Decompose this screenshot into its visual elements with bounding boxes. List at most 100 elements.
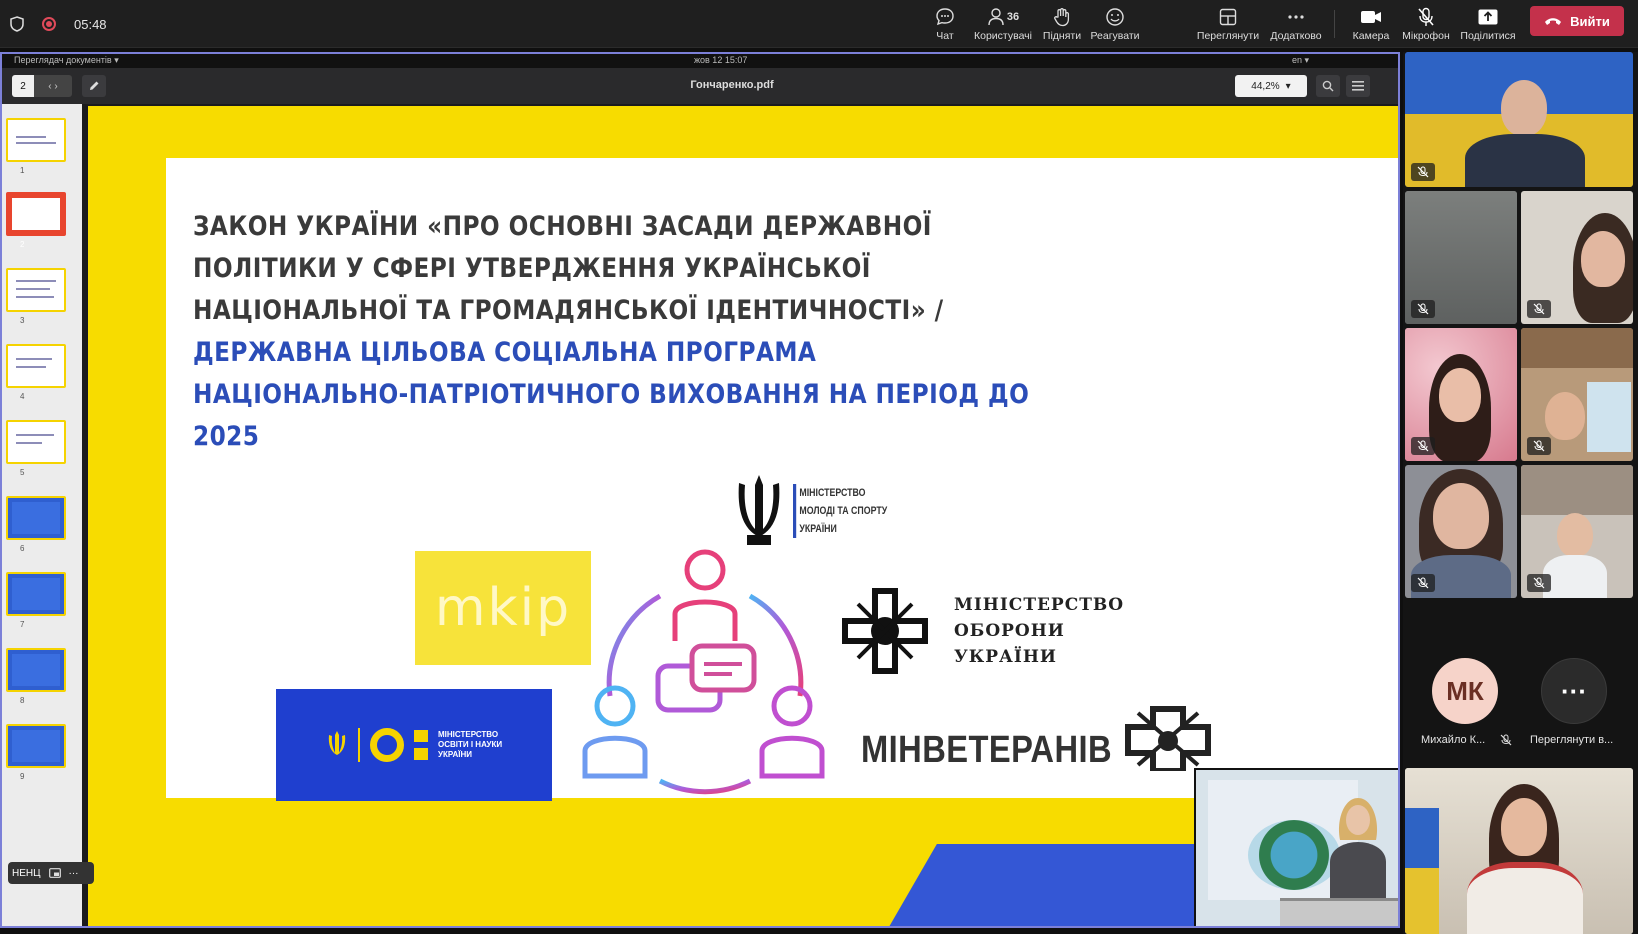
chat-label: Чат <box>936 29 954 42</box>
participant-video-tile[interactable] <box>1405 328 1517 461</box>
toolbar-divider <box>1334 10 1335 38</box>
participant-video-tile[interactable] <box>1521 328 1633 461</box>
participant-video-tile[interactable] <box>1405 191 1517 324</box>
meeting-status: 05:48 <box>10 8 107 40</box>
participant-face <box>1557 513 1593 557</box>
muted-mic-badge <box>1411 437 1435 455</box>
view-button[interactable]: Переглянути <box>1197 0 1259 48</box>
pop-out-icon[interactable] <box>48 868 61 878</box>
slide-title-law: ЗАКОН УКРАЇНИ «ПРО ОСНОВНІ ЗАСАДИ ДЕРЖАВ… <box>193 211 944 326</box>
more-label: Додатково <box>1270 29 1322 42</box>
thumbnail-page[interactable] <box>6 648 66 692</box>
page-arrows: ‹ › <box>48 80 58 92</box>
thumbnail-number: 8 <box>20 696 25 705</box>
thumbnail-page[interactable] <box>6 572 66 616</box>
participant-video-tile[interactable] <box>1405 465 1517 598</box>
leave-button[interactable]: Вийти <box>1530 6 1624 36</box>
stage-name: НЕНЦ <box>12 867 41 879</box>
page-selector[interactable]: 2 ‹ › <box>12 75 72 97</box>
thumbnail-page[interactable] <box>6 268 66 312</box>
smiley-icon <box>1105 7 1125 27</box>
zoom-value: 44,2% <box>1251 80 1280 92</box>
thumbnail-number: 7 <box>20 620 25 629</box>
chat-button[interactable]: Чат <box>930 0 960 48</box>
shared-screen: Переглядач документів ▾ жов 12 15:07 en … <box>0 52 1400 928</box>
participant-face <box>1433 483 1489 549</box>
remote-system-bar: Переглядач документів ▾ жов 12 15:07 en … <box>2 54 1398 68</box>
annotate-button[interactable] <box>82 75 106 97</box>
mon-divider <box>358 728 360 762</box>
layout-icon <box>1218 7 1238 27</box>
thumbnail-page[interactable] <box>6 420 66 464</box>
zoom-select[interactable]: 44,2% ▾ <box>1235 75 1307 97</box>
camera-label: Камера <box>1352 29 1390 42</box>
participant-video-tile[interactable] <box>1405 52 1633 187</box>
thumbnail-number: 2 <box>20 240 25 249</box>
def-line1: МІНІСТЕРСТВО <box>954 595 1125 615</box>
raise-hand-button[interactable]: Підняти <box>1042 0 1082 48</box>
people-label: Користувачі <box>974 29 1032 42</box>
camera-icon <box>1360 7 1382 27</box>
participant-gallery: МК Михайло К... ··· Переглянути в... <box>1403 52 1638 934</box>
sport-line1: МІНІСТЕРСТВО <box>799 487 866 499</box>
ministry-education-name: МІНІСТЕРСТВО ОСВІТИ І НАУКИ УКРАЇНИ <box>438 730 503 759</box>
viewer-menu-button[interactable] <box>1346 75 1370 97</box>
trident-icon <box>738 475 780 545</box>
thumbnail-number: 5 <box>20 468 25 477</box>
ministry-education-logo: МІНІСТЕРСТВО ОСВІТИ І НАУКИ УКРАЇНИ <box>276 689 552 801</box>
phone-hangup-icon <box>1545 18 1562 25</box>
mic-off-icon <box>1417 577 1429 589</box>
thumbnail-page[interactable] <box>6 724 66 768</box>
pen-icon <box>90 81 99 90</box>
participant-body <box>1543 555 1607 598</box>
flag-yellow <box>1405 868 1439 934</box>
people-icon-wrap: 36 <box>987 7 1019 27</box>
participant-face <box>1501 798 1547 856</box>
podium <box>1280 898 1398 926</box>
thumbnail-page[interactable] <box>6 344 66 388</box>
microphone-button[interactable]: Мікрофон <box>1400 0 1452 48</box>
poster <box>1587 382 1631 452</box>
thumbnail-number: 3 <box>20 316 25 325</box>
stage-more-icon[interactable]: ··· <box>69 868 79 879</box>
mic-off-icon <box>1417 7 1435 27</box>
viewer-app-name: Переглядач документів ▾ <box>14 55 119 65</box>
react-label: Реагувати <box>1090 29 1140 42</box>
thumbnail-number: 6 <box>20 544 25 553</box>
view-all-participants-button[interactable]: ··· <box>1541 658 1607 724</box>
participant-embroidered-shirt <box>1467 862 1583 934</box>
participant-video-tile[interactable] <box>1521 465 1633 598</box>
thumbnail-page-selected[interactable] <box>6 192 66 236</box>
share-label: Поділитися <box>1460 29 1516 42</box>
thumbnail-page[interactable] <box>6 118 66 162</box>
camera-button[interactable]: Камера <box>1350 0 1392 48</box>
defense-cross-icon <box>842 588 928 674</box>
mic-off-icon <box>1417 166 1429 178</box>
page-thumbnails: 1 2 3 4 5 6 7 8 9 <box>2 104 82 926</box>
document-filename: Гончаренко.pdf <box>690 79 774 91</box>
people-network-illustration <box>582 549 825 795</box>
remote-clock: жов 12 15:07 <box>694 55 748 65</box>
muted-mic-badge <box>1527 437 1551 455</box>
react-button[interactable]: Реагувати <box>1090 0 1140 48</box>
leave-label: Вийти <box>1570 13 1610 29</box>
viewer-search-button[interactable] <box>1316 75 1340 97</box>
chevron-down-icon: ▾ <box>1285 80 1291 92</box>
meeting-timer: 05:48 <box>74 16 107 32</box>
thumbnail-page[interactable] <box>6 496 66 540</box>
view-label: Переглянути <box>1196 29 1260 42</box>
mic-off-icon <box>1417 440 1429 452</box>
people-icon <box>988 7 1004 25</box>
mic-off-icon <box>1533 303 1545 315</box>
def-line2: ОБОРОНИ <box>954 621 1065 641</box>
participant-video-tile[interactable] <box>1405 768 1633 934</box>
ministry-youth-sport-logo: МІНІСТЕРСТВО МОЛОДІ ТА СПОРТУ УКРАЇНИ <box>733 471 911 551</box>
share-button[interactable]: Поділитися <box>1460 0 1516 48</box>
participant-avatar-row: МК Михайло К... ··· Переглянути в... <box>1403 648 1638 748</box>
people-button[interactable]: 36 Користувачі <box>972 0 1034 48</box>
participant-avatar[interactable]: МК <box>1432 658 1498 724</box>
shelf <box>1521 465 1633 515</box>
participant-face <box>1439 368 1481 422</box>
participant-video-tile[interactable] <box>1521 191 1633 324</box>
more-button[interactable]: Додатково <box>1268 0 1324 48</box>
